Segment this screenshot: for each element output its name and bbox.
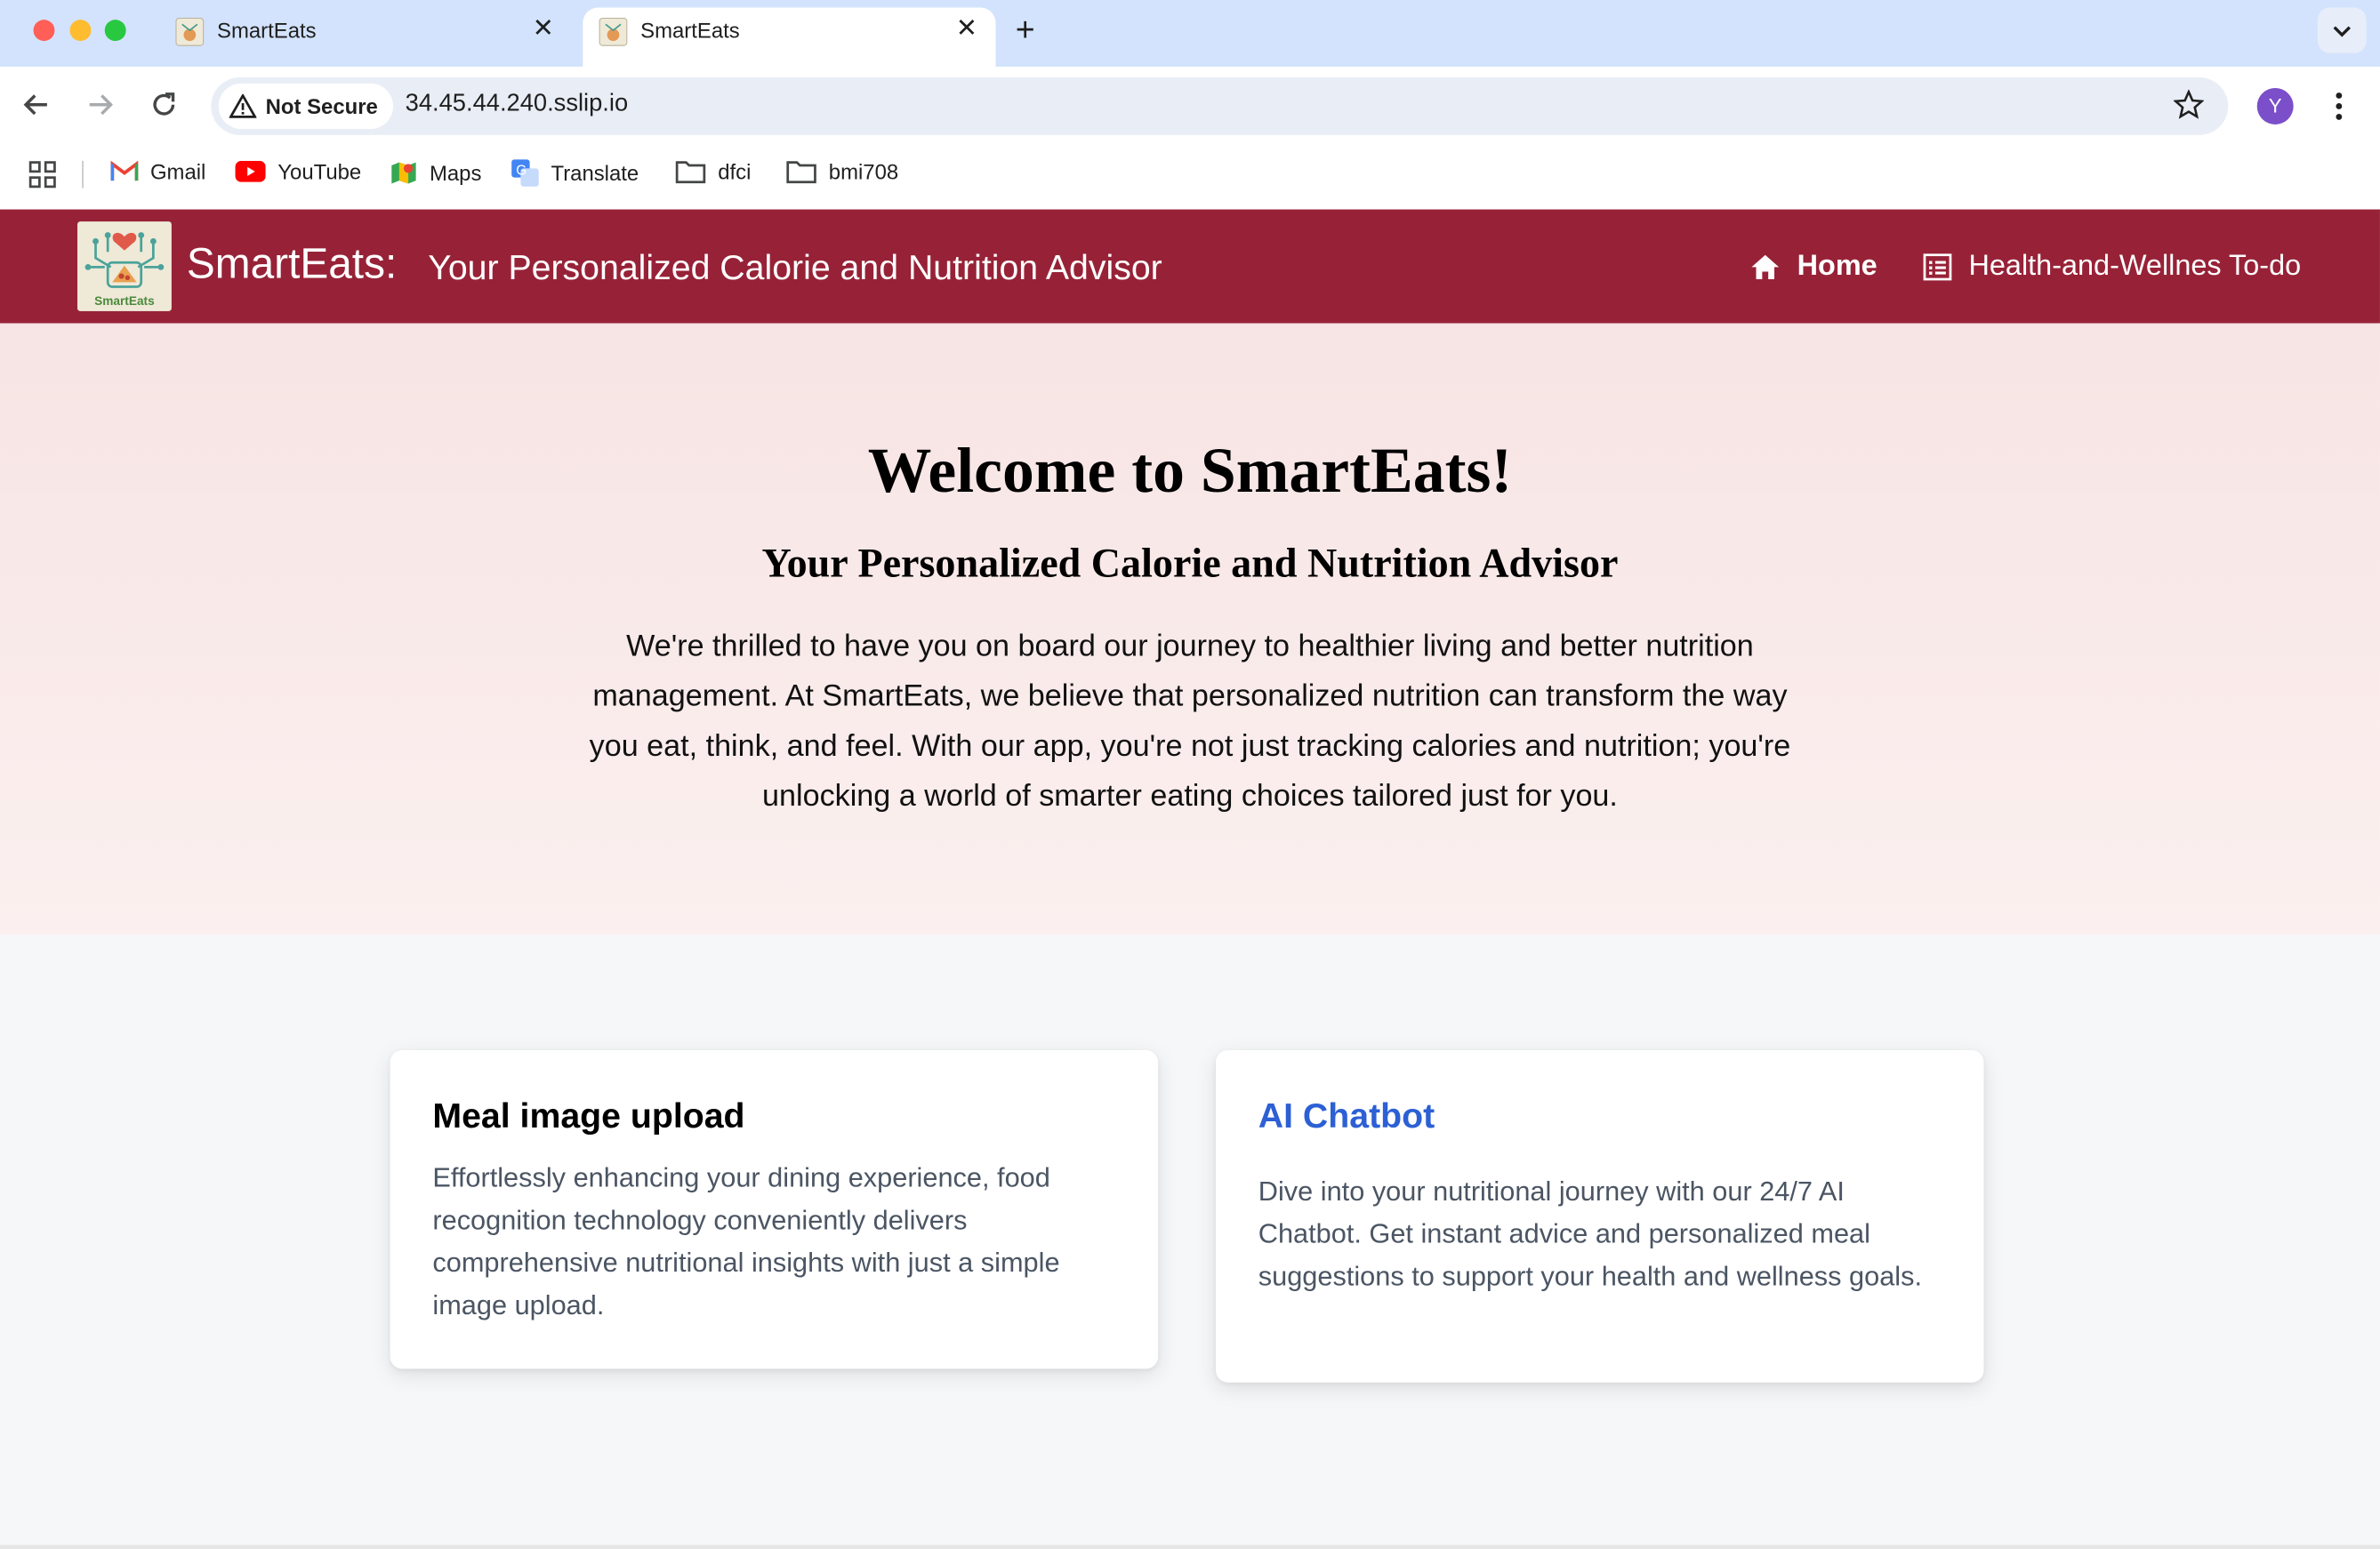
bookmarks-divider <box>82 160 84 189</box>
bookmark-label: dfci <box>718 159 752 184</box>
gmail-icon <box>110 160 139 181</box>
hero-section: Welcome to SmartEats! Your Personalized … <box>0 323 2380 935</box>
back-arrow-icon[interactable] <box>20 88 53 122</box>
close-window-button[interactable] <box>33 20 55 42</box>
translate-icon: G <box>511 159 539 187</box>
features-section: Meal image upload Effortlessly enhancing… <box>0 935 2380 1549</box>
maximize-window-button[interactable] <box>104 20 126 42</box>
youtube-icon <box>235 160 266 182</box>
page-bottom-divider <box>0 1545 2380 1549</box>
minimize-window-button[interactable] <box>69 20 92 42</box>
tab-title: SmartEats <box>217 18 317 43</box>
more-options-icon[interactable] <box>2324 88 2354 124</box>
browser-tab-2[interactable]: SmartEats ✕ <box>583 7 996 68</box>
browser-toolbar: Not Secure 34.45.44.240.sslip.io Y <box>0 67 2380 146</box>
logo-caption: SmartEats <box>94 294 155 309</box>
folder-icon <box>786 161 816 184</box>
nav-link-label: Health-and-Wellnes To-do <box>1968 250 2302 283</box>
bookmark-label: YouTube <box>277 159 362 184</box>
bookmark-label: Maps <box>429 160 482 186</box>
bookmark-translate[interactable]: G Translate <box>511 159 639 187</box>
address-bar[interactable]: Not Secure 34.45.44.240.sslip.io <box>211 77 2229 135</box>
feature-card-title-link[interactable]: AI Chatbot <box>1258 1096 1435 1136</box>
nav-link-health-todo[interactable]: Health-and-Wellnes To-do <box>1923 251 2301 285</box>
maps-icon <box>391 162 416 184</box>
reload-icon[interactable] <box>148 88 181 122</box>
smarteats-favicon-icon <box>599 17 628 46</box>
bookmark-bmi708[interactable]: bmi708 <box>786 159 898 183</box>
home-icon <box>1751 254 1780 280</box>
smarteats-favicon-icon <box>175 17 205 46</box>
smarteats-logo[interactable]: SmartEats <box>77 221 172 311</box>
browser-window: SmartEats ✕ SmartEats ✕ + Not Secure 34.… <box>0 0 2380 1549</box>
profile-avatar[interactable]: Y <box>2256 87 2294 124</box>
bookmark-label: Translate <box>551 160 639 186</box>
brand-name[interactable]: SmartEats: <box>187 240 397 289</box>
browser-tab-1[interactable]: SmartEats ✕ <box>159 8 572 68</box>
hero-description: We're thrilled to have you on board our … <box>589 630 1791 814</box>
feature-card-title: Meal image upload <box>432 1096 745 1136</box>
feature-card-description: Dive into your nutritional journey with … <box>1258 1176 1923 1292</box>
close-tab-icon[interactable]: ✕ <box>533 13 554 44</box>
tab-strip: SmartEats ✕ SmartEats ✕ + <box>0 0 2380 68</box>
bookmark-label: bmi708 <box>828 159 899 184</box>
chevron-down-icon <box>2333 26 2352 37</box>
tab-title: SmartEats <box>640 18 740 43</box>
apps-grid-icon[interactable] <box>28 161 56 189</box>
bookmark-youtube[interactable]: YouTube <box>235 159 362 184</box>
warning-icon <box>229 93 257 118</box>
site-navbar: SmartEats SmartEats: Your Personalized C… <box>0 209 2380 324</box>
bookmark-gmail[interactable]: Gmail <box>110 159 206 184</box>
bookmark-star-icon[interactable] <box>2173 89 2204 120</box>
bookmark-label: Gmail <box>149 159 206 184</box>
close-tab-icon[interactable]: ✕ <box>956 13 977 44</box>
security-chip[interactable]: Not Secure <box>218 83 393 130</box>
hero-subtitle: Your Personalized Calorie and Nutrition … <box>761 540 1619 586</box>
folder-icon <box>675 161 706 184</box>
bookmarks-bar: Gmail YouTube Maps G Translate dfci bmi7… <box>0 145 2380 210</box>
list-icon <box>1923 253 1952 281</box>
feature-card-ai-chatbot[interactable]: AI Chatbot Dive into your nutritional jo… <box>1215 1049 1984 1383</box>
feature-card-description: Effortlessly enhancing your dining exper… <box>432 1162 1060 1320</box>
feature-card-meal-upload[interactable]: Meal image upload Effortlessly enhancing… <box>390 1049 1159 1369</box>
nav-link-home[interactable]: Home <box>1750 251 1877 285</box>
navbar-tagline: Your Personalized Calorie and Nutrition … <box>428 247 1162 287</box>
tab-search-button[interactable] <box>2317 7 2367 53</box>
nav-link-label: Home <box>1797 250 1877 283</box>
forward-arrow-icon[interactable] <box>84 88 117 122</box>
url-text[interactable]: 34.45.44.240.sslip.io <box>406 91 628 118</box>
svg-text:G: G <box>516 163 527 178</box>
bookmark-maps[interactable]: Maps <box>390 159 482 187</box>
security-chip-label: Not Secure <box>265 93 378 119</box>
new-tab-button[interactable]: + <box>1016 11 1035 50</box>
hero-title: Welcome to SmartEats! <box>867 437 1513 508</box>
bookmark-dfci[interactable]: dfci <box>675 159 751 183</box>
